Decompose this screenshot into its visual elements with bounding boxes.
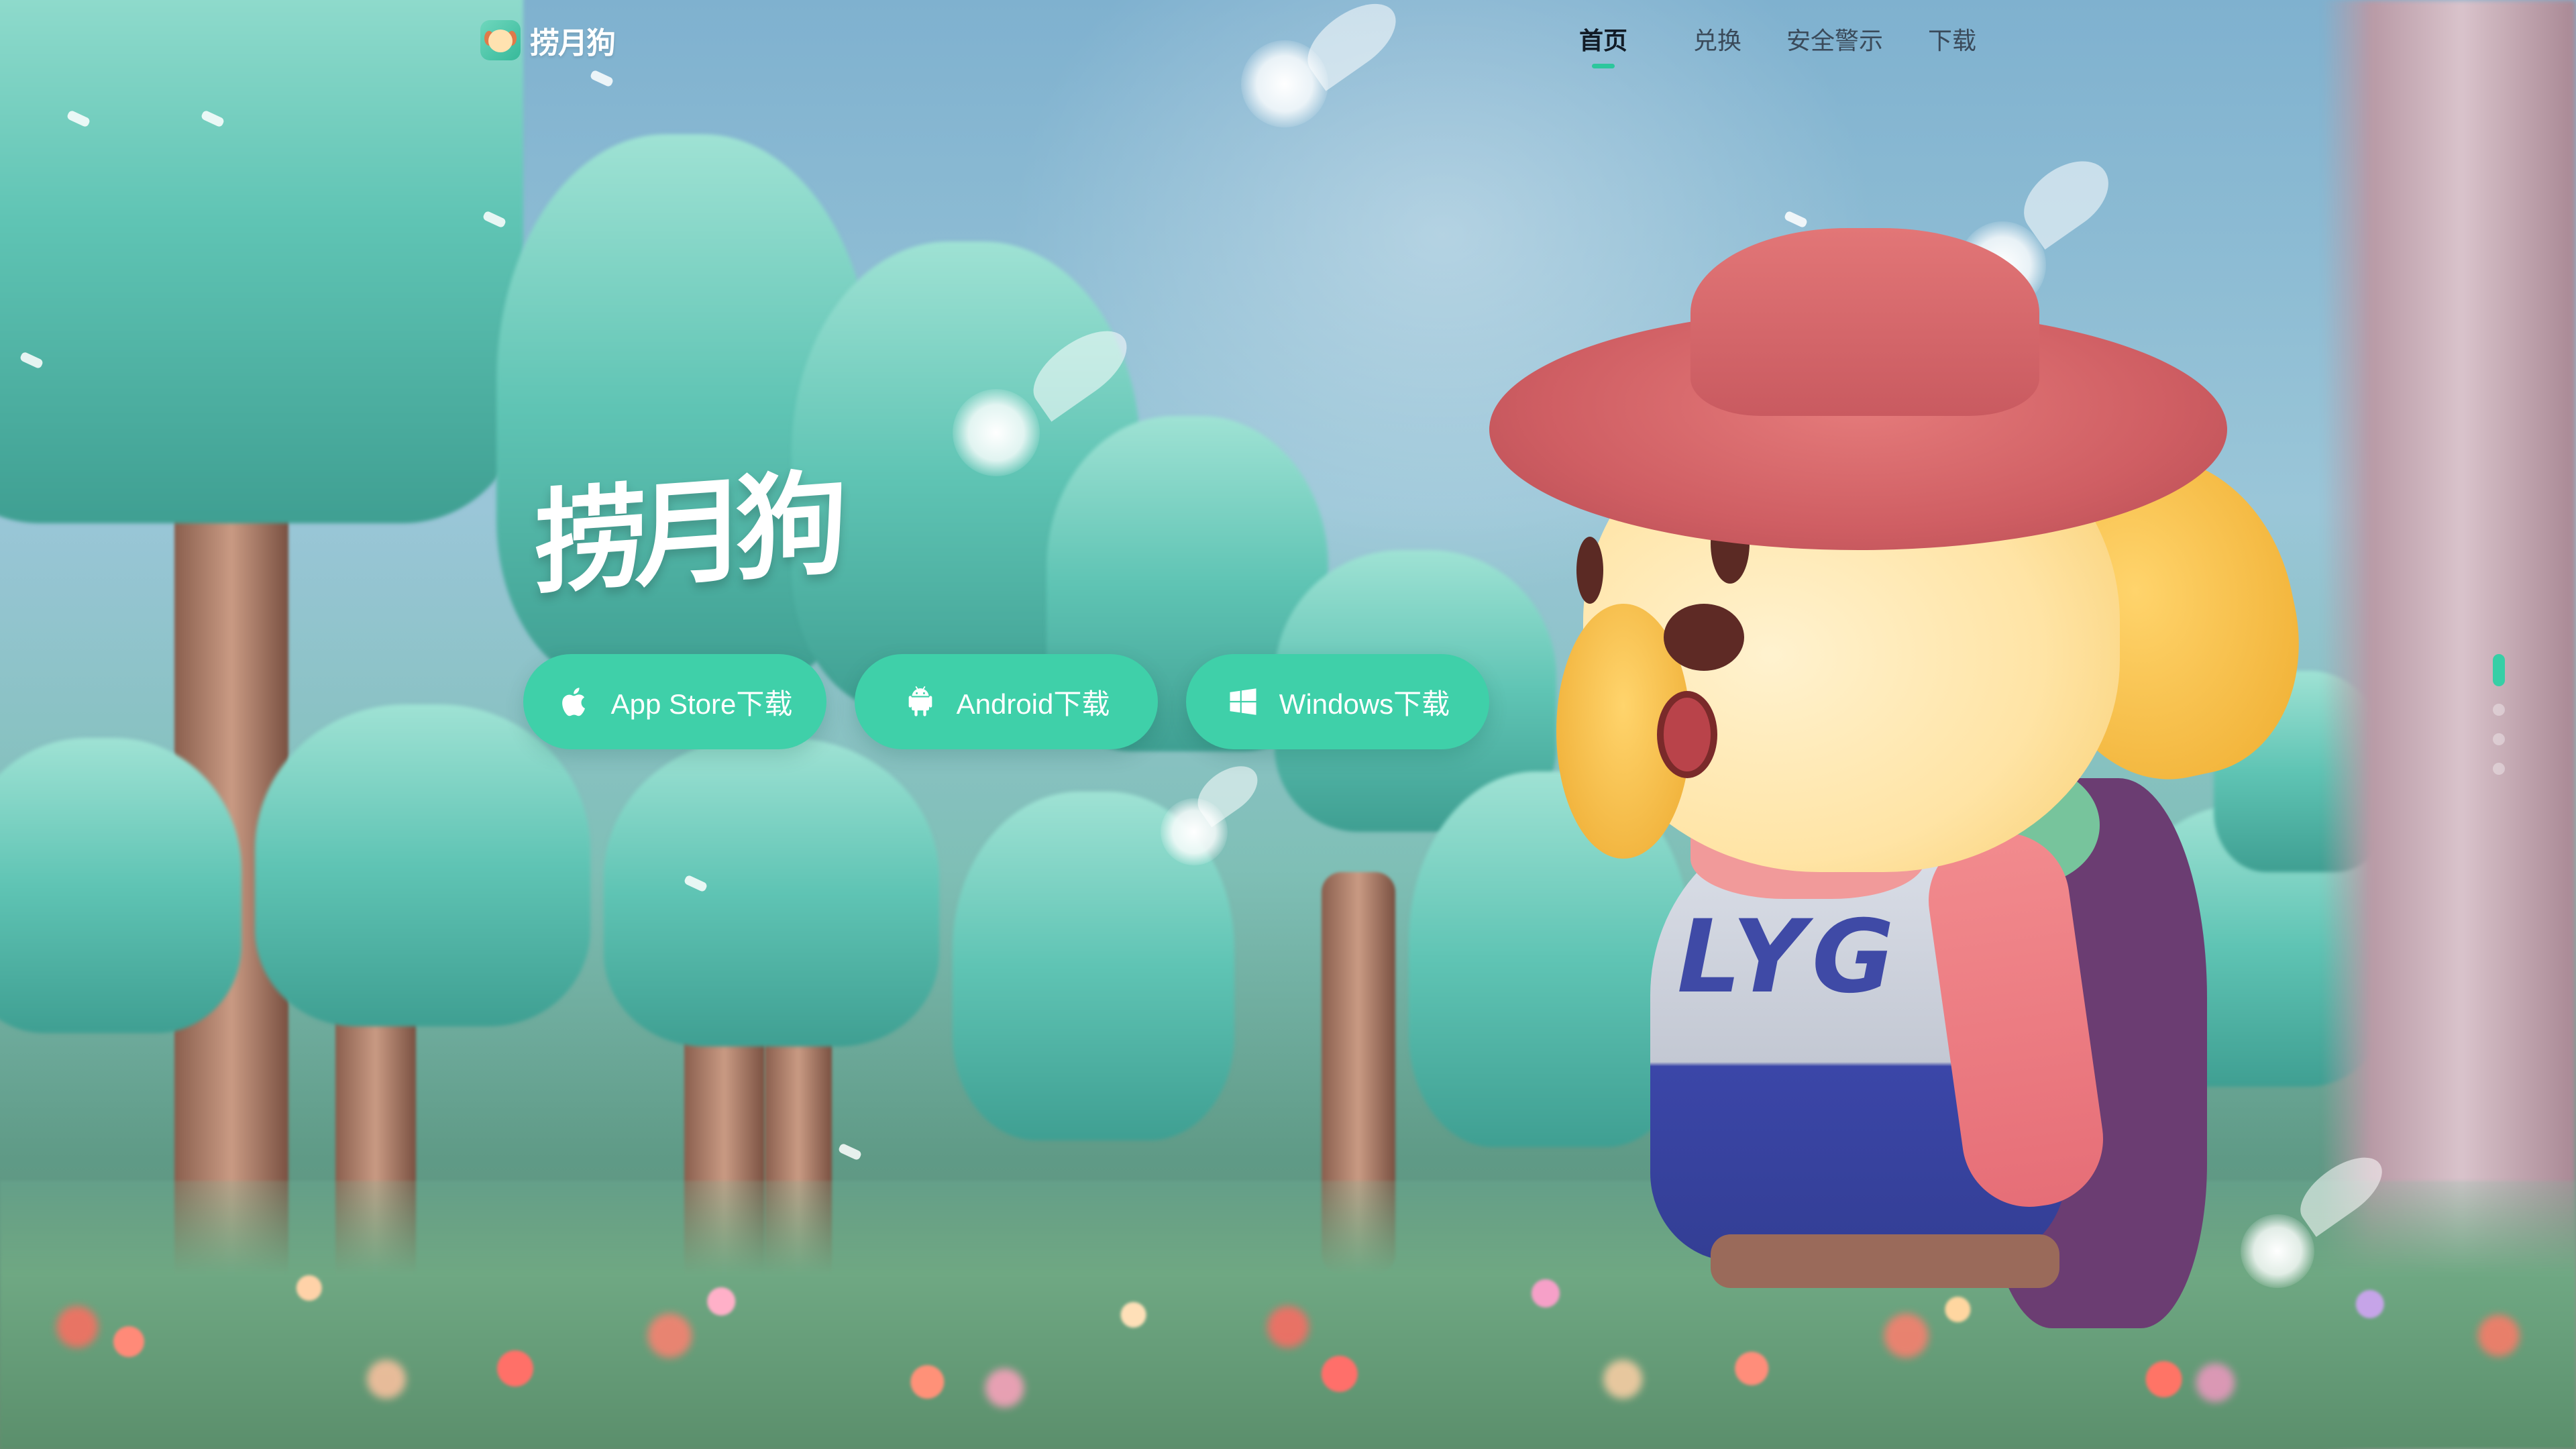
tree-canopy bbox=[0, 738, 241, 1033]
petal bbox=[837, 1142, 863, 1161]
nav-item-security-alert[interactable]: 安全警示 bbox=[1784, 21, 1885, 68]
section-pager bbox=[2493, 654, 2505, 775]
pager-dot-active[interactable] bbox=[2493, 654, 2505, 686]
page: LYG 捞月狗 首页 兑换 安全警示 下载 捞月狗 App Store下载 An… bbox=[0, 0, 2576, 1449]
dog-face-icon bbox=[480, 20, 521, 60]
windows-download-button[interactable]: Windows下载 bbox=[1186, 654, 1489, 749]
android-icon bbox=[908, 686, 932, 716]
pager-dot[interactable] bbox=[2493, 763, 2505, 775]
site-header: 捞月狗 首页 兑换 安全警示 下载 bbox=[0, 0, 2576, 75]
mascot-nose bbox=[1664, 604, 1744, 671]
windows-download-label: Windows下载 bbox=[1279, 688, 1450, 720]
site-logo[interactable]: 捞月狗 bbox=[480, 19, 616, 62]
hero-logo-title: 捞月狗 bbox=[534, 458, 836, 610]
fairy-light bbox=[953, 389, 1040, 476]
shirt-text: LYG bbox=[1677, 899, 1901, 1016]
android-download-button[interactable]: Android下载 bbox=[855, 654, 1158, 749]
logo-text: 捞月狗 bbox=[530, 27, 616, 60]
apple-icon bbox=[561, 688, 585, 716]
pager-dot[interactable] bbox=[2493, 704, 2505, 716]
nav-item-home[interactable]: 首页 bbox=[1576, 21, 1630, 68]
mascot-dog-character: LYG bbox=[1489, 228, 2325, 1328]
mascot-mouth bbox=[1657, 691, 1717, 778]
app-store-download-label: App Store下载 bbox=[610, 688, 793, 720]
nav-item-download[interactable]: 下载 bbox=[1925, 21, 1979, 68]
pager-dot[interactable] bbox=[2493, 733, 2505, 745]
mascot-eye bbox=[1576, 537, 1603, 604]
main-nav: 首页 兑换 安全警示 下载 bbox=[1576, 21, 1979, 68]
tree-canopy bbox=[255, 704, 590, 1026]
android-download-label: Android下载 bbox=[956, 688, 1110, 720]
tree-canopy bbox=[0, 0, 523, 523]
fairy-light bbox=[2241, 1214, 2314, 1288]
nav-item-redeem[interactable]: 兑换 bbox=[1690, 21, 1744, 68]
windows-icon bbox=[1230, 688, 1256, 715]
hat-crown bbox=[1690, 228, 2039, 416]
app-store-download-button[interactable]: App Store下载 bbox=[523, 654, 826, 749]
tree-canopy bbox=[604, 738, 939, 1046]
mascot-feet bbox=[1711, 1234, 2059, 1288]
download-buttons: App Store下载 Android下载 Windows下载 bbox=[523, 654, 1489, 749]
